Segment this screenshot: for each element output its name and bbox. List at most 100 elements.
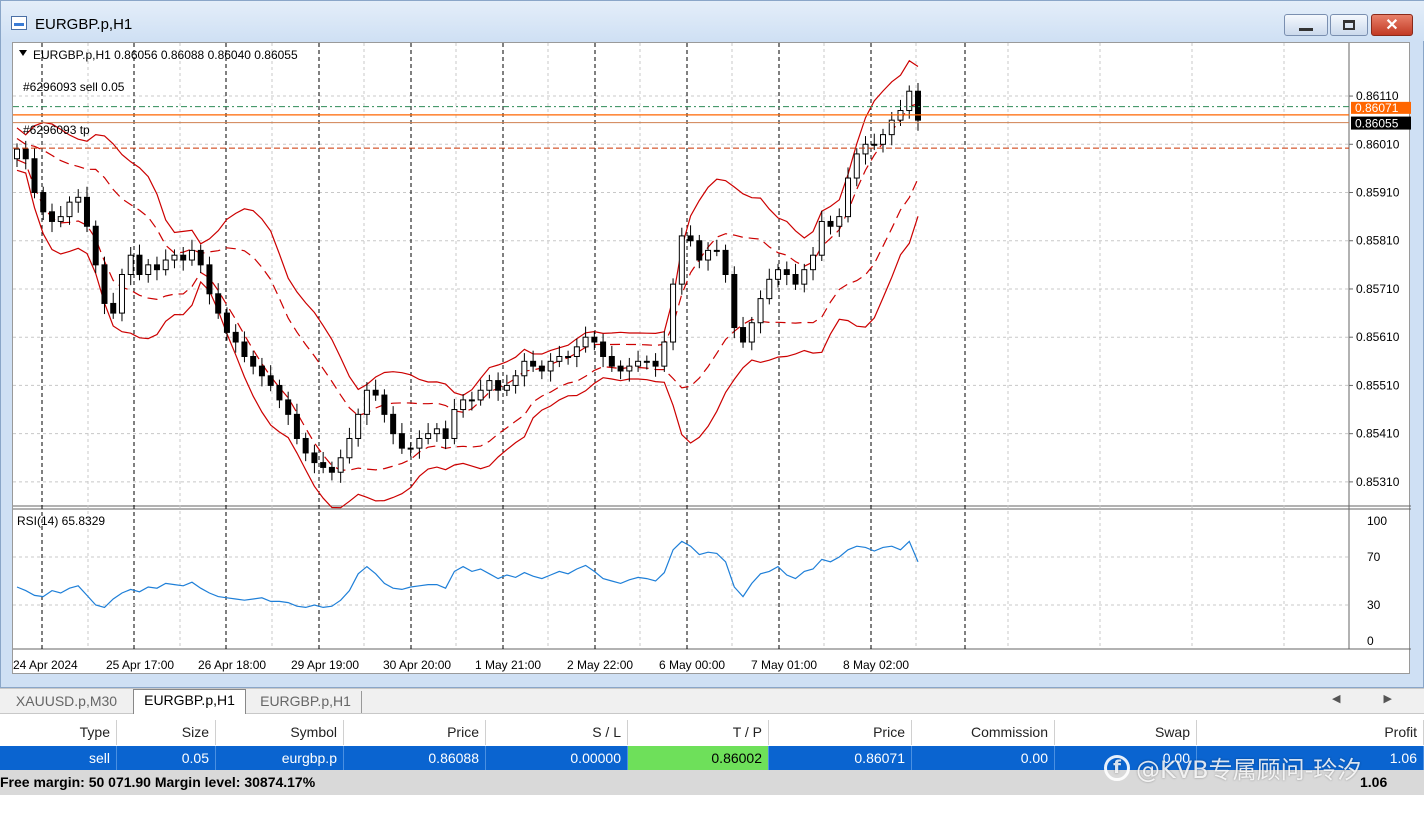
column-header-1[interactable]: Size — [117, 720, 216, 745]
tab-xauusd-m30[interactable]: XAUUSD.p,M30 — [0, 691, 133, 713]
position-cell-3[interactable]: 0.86088 — [344, 746, 486, 771]
candle — [792, 274, 799, 285]
position-cell-4[interactable]: 0.00000 — [486, 746, 628, 771]
column-header-6[interactable]: Price — [769, 720, 912, 745]
column-header-0[interactable]: Type — [0, 720, 117, 745]
candle — [705, 249, 712, 261]
rsi-tick-label: 0 — [1367, 634, 1374, 648]
time-tick-label: 29 Apr 19:00 — [291, 658, 359, 672]
chart-window-icon — [11, 16, 27, 30]
watermark-text: @KVB专属顾问-玲汐 — [1136, 756, 1362, 784]
price-tick-label: 0.85810 — [1356, 234, 1400, 248]
column-header-9[interactable]: Profit — [1197, 720, 1424, 745]
candle — [731, 274, 738, 329]
current-price-label: 0.86055 — [1355, 117, 1399, 131]
position-cell-6[interactable]: 0.86071 — [769, 746, 912, 771]
candle — [687, 235, 694, 242]
position-cell-1[interactable]: 0.05 — [117, 746, 216, 771]
candle — [215, 293, 222, 314]
candle — [162, 259, 169, 271]
candle — [573, 346, 580, 357]
candle — [250, 355, 257, 367]
candle — [381, 394, 388, 415]
position-cell-0[interactable]: sell — [0, 746, 117, 771]
candle — [468, 399, 475, 402]
candle — [696, 240, 703, 261]
candle — [626, 365, 633, 372]
candle — [757, 298, 764, 324]
candle — [722, 249, 729, 276]
candle — [591, 336, 598, 343]
chart-canvas[interactable]: 0.860710.86055 0.861100.860100.859100.85… — [13, 43, 1411, 675]
candle — [390, 413, 397, 435]
candle — [355, 413, 362, 439]
candle — [276, 384, 283, 401]
candle — [407, 447, 414, 450]
column-header-4[interactable]: S / L — [486, 720, 628, 745]
close-button[interactable]: ✕ — [1371, 14, 1413, 36]
candle — [810, 254, 817, 271]
column-header-2[interactable]: Symbol — [216, 720, 344, 745]
tab-eurgbp-h1[interactable]: EURGBP.p,H1 — [250, 691, 362, 713]
candle — [617, 365, 624, 372]
candle — [608, 355, 615, 367]
price-chart[interactable]: 0.86071 0.86055 0.86110 0.86010 0.85910 0.85… — [12, 42, 1411, 675]
price-tick-label: 0.85910 — [1356, 186, 1400, 200]
candle — [40, 192, 47, 213]
candle — [836, 216, 843, 227]
chart-menu-triangle-icon[interactable] — [19, 50, 27, 56]
column-header-8[interactable]: Swap — [1055, 720, 1197, 745]
candle — [425, 433, 432, 439]
tab-eurgbp-h1-active[interactable]: EURGBP.p,H1 — [133, 689, 246, 714]
price-tick-label: 0.85310 — [1356, 475, 1400, 489]
minimize-icon — [1299, 27, 1313, 31]
candle — [495, 380, 502, 391]
column-header-3[interactable]: Price — [344, 720, 486, 745]
candle — [678, 235, 685, 285]
tab-scroll-arrows[interactable]: ◀ ▶ — [1332, 692, 1412, 705]
candle — [328, 466, 335, 473]
candle — [232, 331, 239, 343]
candle — [661, 341, 668, 367]
bollinger-inner-lower-band — [16, 159, 919, 471]
candle — [783, 269, 790, 275]
position-cell-2[interactable]: eurgbp.p — [216, 746, 344, 771]
rsi-label: RSI(14) 65.8329 — [17, 514, 105, 528]
candle — [118, 274, 125, 314]
rsi-tick-label: 70 — [1367, 550, 1381, 564]
candle — [652, 360, 659, 367]
bollinger-lower-band — [16, 169, 919, 509]
candle — [363, 389, 370, 415]
candle — [188, 249, 195, 261]
position-cell-7[interactable]: 0.00 — [912, 746, 1055, 771]
bollinger-inner-upper-band — [16, 103, 919, 417]
column-header-7[interactable]: Commission — [912, 720, 1055, 745]
position-cell-5[interactable]: 0.86002 — [628, 746, 769, 771]
candle — [14, 148, 20, 160]
candle — [127, 254, 134, 275]
candle — [635, 360, 642, 367]
candle — [906, 90, 913, 112]
price-tick-label: 0.85610 — [1356, 330, 1400, 344]
rsi-line — [16, 540, 919, 609]
candle — [258, 365, 265, 377]
time-tick-label: 7 May 01:00 — [751, 658, 817, 672]
minimize-button[interactable] — [1284, 14, 1328, 36]
candle — [600, 341, 607, 357]
price-tick-label: 0.86010 — [1356, 137, 1400, 151]
candle — [862, 143, 869, 155]
order-line-label: #6296093 sell 0.05 — [23, 80, 125, 94]
candle — [433, 428, 440, 435]
maximize-button[interactable] — [1330, 14, 1368, 36]
bollinger-upper-band — [16, 59, 919, 396]
candle — [267, 375, 274, 386]
candle — [801, 269, 808, 285]
candle — [66, 201, 73, 218]
candle — [880, 134, 887, 145]
candle — [206, 264, 213, 295]
candle — [346, 437, 353, 459]
candle — [670, 283, 677, 343]
title-bar[interactable]: EURGBP.p,H1 ✕ — [1, 1, 1424, 41]
column-header-5[interactable]: T / P — [628, 720, 769, 745]
candle — [460, 399, 467, 411]
